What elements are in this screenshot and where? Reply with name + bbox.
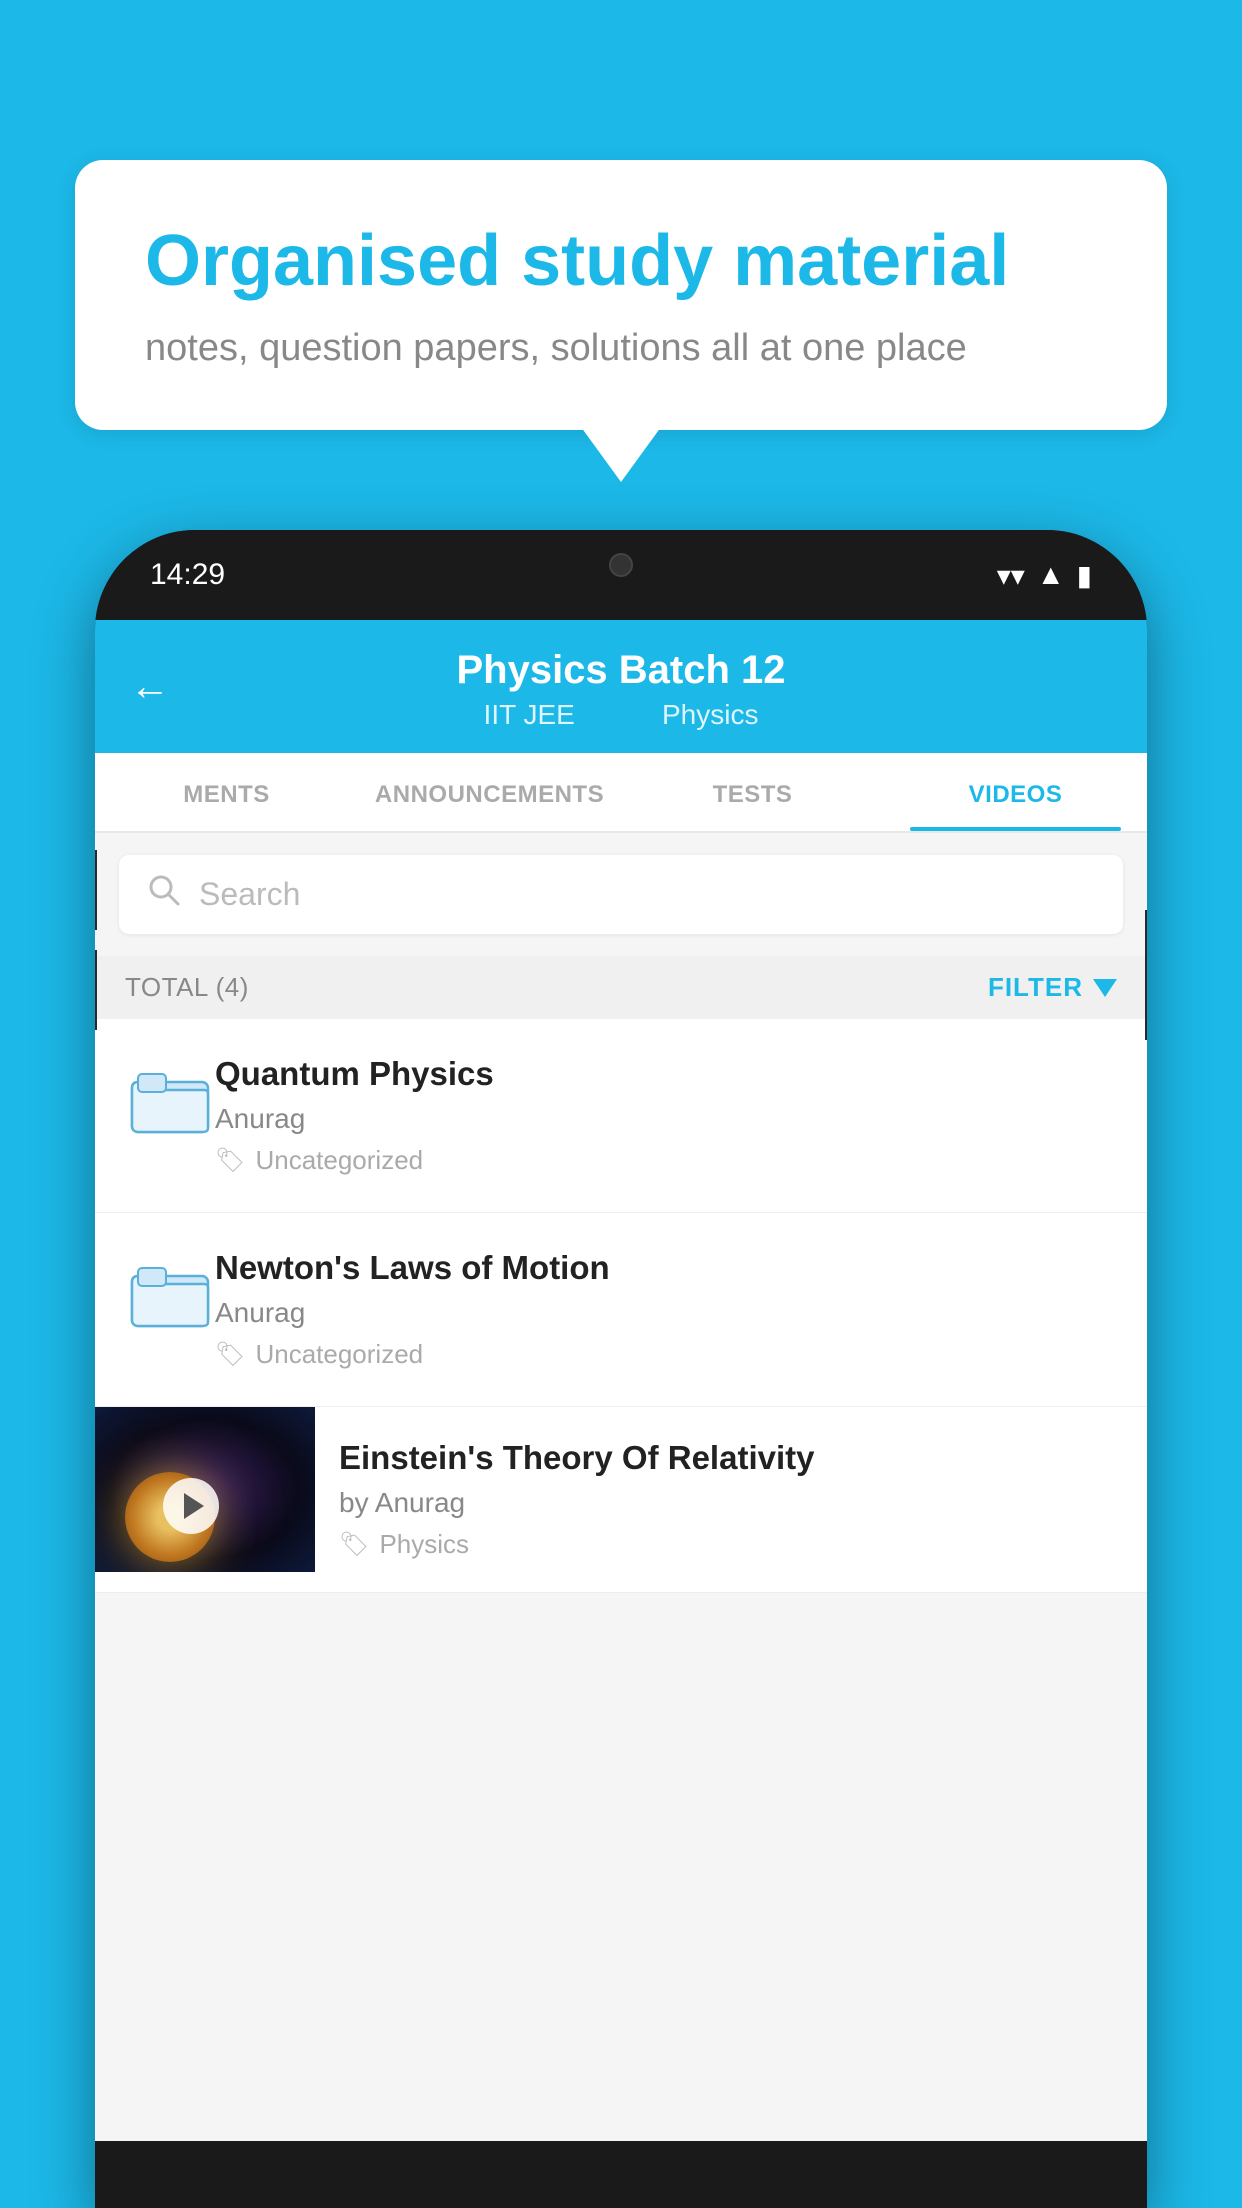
video-author: Anurag xyxy=(215,1297,1117,1329)
power-button xyxy=(1145,910,1147,1040)
video-tag: 🏷 Uncategorized xyxy=(215,1145,1117,1176)
video-author: Anurag xyxy=(215,1103,1117,1135)
search-input[interactable]: Search xyxy=(199,876,300,913)
video-list: Quantum Physics Anurag 🏷 Uncategorized xyxy=(95,1019,1147,1593)
bubble-title: Organised study material xyxy=(145,220,1097,303)
phone-notch xyxy=(521,530,721,600)
video-tag: 🏷 Physics xyxy=(339,1529,1123,1560)
tag-icon: 🏷 xyxy=(215,1340,245,1369)
tabs-bar: MENTS ANNOUNCEMENTS TESTS VIDEOS xyxy=(95,753,1147,833)
play-button[interactable] xyxy=(163,1478,219,1534)
time-display: 14:29 xyxy=(150,558,225,592)
video-thumbnail xyxy=(95,1407,315,1572)
camera-dot xyxy=(609,553,633,577)
tag-label: Physics xyxy=(379,1529,469,1560)
video-tag: 🏷 Uncategorized xyxy=(215,1339,1117,1370)
subtitle-sep xyxy=(611,699,627,730)
batch-title: Physics Batch 12 xyxy=(135,648,1107,693)
tab-ments[interactable]: MENTS xyxy=(95,753,358,831)
total-count: TOTAL (4) xyxy=(125,972,249,1003)
filter-button[interactable]: FILTER xyxy=(988,972,1117,1003)
app-header: ← Physics Batch 12 IIT JEE Physics xyxy=(95,620,1147,753)
tab-announcements[interactable]: ANNOUNCEMENTS xyxy=(358,753,621,831)
list-item[interactable]: Einstein's Theory Of Relativity by Anura… xyxy=(95,1407,1147,1593)
phone-frame: 14:29 ▾▾ ▲ ▮ ← Physics Batch 12 IIT JEE … xyxy=(95,530,1147,2208)
speech-bubble: Organised study material notes, question… xyxy=(75,160,1167,430)
tag-label: Uncategorized xyxy=(255,1339,423,1370)
tag-label: Uncategorized xyxy=(255,1145,423,1176)
video-info: Quantum Physics Anurag 🏷 Uncategorized xyxy=(215,1055,1117,1176)
list-item[interactable]: Quantum Physics Anurag 🏷 Uncategorized xyxy=(95,1019,1147,1213)
video-info: Newton's Laws of Motion Anurag 🏷 Uncateg… xyxy=(215,1249,1117,1370)
search-icon xyxy=(147,873,181,916)
tab-tests[interactable]: TESTS xyxy=(621,753,884,831)
video-author: by Anurag xyxy=(339,1487,1123,1519)
video-title: Quantum Physics xyxy=(215,1055,1117,1093)
folder-icon xyxy=(125,1249,215,1339)
status-icons: ▾▾ ▲ ▮ xyxy=(997,559,1092,592)
video-title: Einstein's Theory Of Relativity xyxy=(339,1439,1123,1477)
list-item[interactable]: Newton's Laws of Motion Anurag 🏷 Uncateg… xyxy=(95,1213,1147,1407)
filter-label: FILTER xyxy=(988,972,1083,1003)
filter-bar: TOTAL (4) FILTER xyxy=(95,956,1147,1019)
battery-icon: ▮ xyxy=(1077,559,1092,592)
video-title: Newton's Laws of Motion xyxy=(215,1249,1117,1287)
tag-icon: 🏷 xyxy=(339,1530,369,1559)
wifi-icon: ▾▾ xyxy=(997,559,1025,592)
vol-down-button xyxy=(95,950,97,1030)
vol-up-button xyxy=(95,850,97,930)
screen-body: Search TOTAL (4) FILTER xyxy=(95,833,1147,2141)
batch-subtitle: IIT JEE Physics xyxy=(135,699,1107,731)
thumb-bg xyxy=(95,1407,315,1572)
search-bar[interactable]: Search xyxy=(119,855,1123,934)
subtitle-iit: IIT JEE xyxy=(484,699,575,730)
subtitle-physics: Physics xyxy=(662,699,758,730)
status-bar: 14:29 ▾▾ ▲ ▮ xyxy=(95,530,1147,620)
folder-icon xyxy=(125,1055,215,1145)
filter-icon xyxy=(1093,979,1117,997)
bubble-subtitle: notes, question papers, solutions all at… xyxy=(145,327,1097,370)
signal-icon: ▲ xyxy=(1037,559,1065,591)
tag-icon: 🏷 xyxy=(215,1146,245,1175)
play-icon xyxy=(184,1493,204,1519)
video-info: Einstein's Theory Of Relativity by Anura… xyxy=(315,1407,1147,1592)
back-button[interactable]: ← xyxy=(130,664,170,709)
tab-videos[interactable]: VIDEOS xyxy=(884,753,1147,831)
